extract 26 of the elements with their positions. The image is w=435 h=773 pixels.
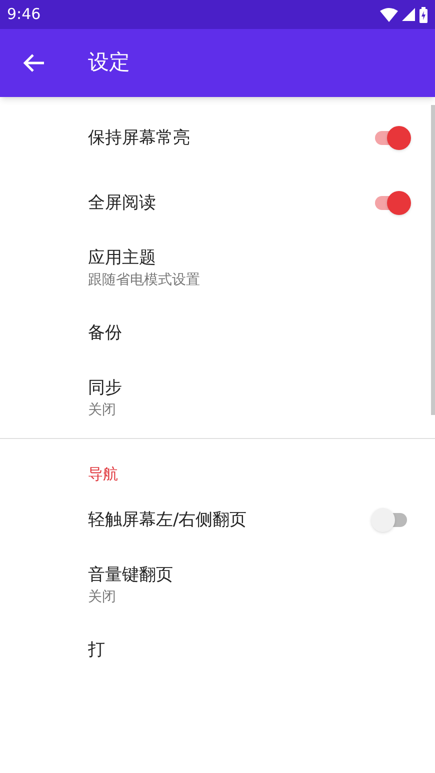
screen-title: 设定 [88,49,130,76]
item-title: 轻触屏幕左/右侧翻页 [88,508,248,532]
item-title: 备份 [88,322,123,344]
back-arrow-icon [23,53,45,73]
battery-icon [419,6,428,22]
settings-item[interactable]: 打 [0,617,435,682]
settings-item[interactable]: 保持屏幕常亮 [0,105,435,170]
item-title: 打 [88,638,106,662]
status-time: 9:46 [7,4,41,26]
settings-item[interactable]: 轻触屏幕左/右侧翻页 [0,487,435,552]
settings-item[interactable]: 应用主题 跟随省电模式设置 [0,235,435,300]
item-summary: 关闭 [88,588,117,606]
wifi-icon [380,8,398,22]
signal-icon [402,8,415,21]
item-title: 音量键翻页 [88,564,174,586]
settings-item[interactable]: 同步 关闭 [0,365,435,430]
settings-item[interactable]: 备份 [0,300,435,365]
item-title: 应用主题 [88,246,157,270]
item-title: 全屏阅读 [88,192,157,214]
item-summary: 关闭 [88,400,117,420]
item-title: 保持屏幕常亮 [88,126,191,150]
section-header: 导航 [88,464,118,484]
settings-item[interactable]: 全屏阅读 [0,170,435,235]
settings-item[interactable]: 音量键翻页 关闭 [0,552,435,617]
item-summary: 跟随省电模式设置 [88,270,201,290]
item-title: 同步 [88,376,123,400]
